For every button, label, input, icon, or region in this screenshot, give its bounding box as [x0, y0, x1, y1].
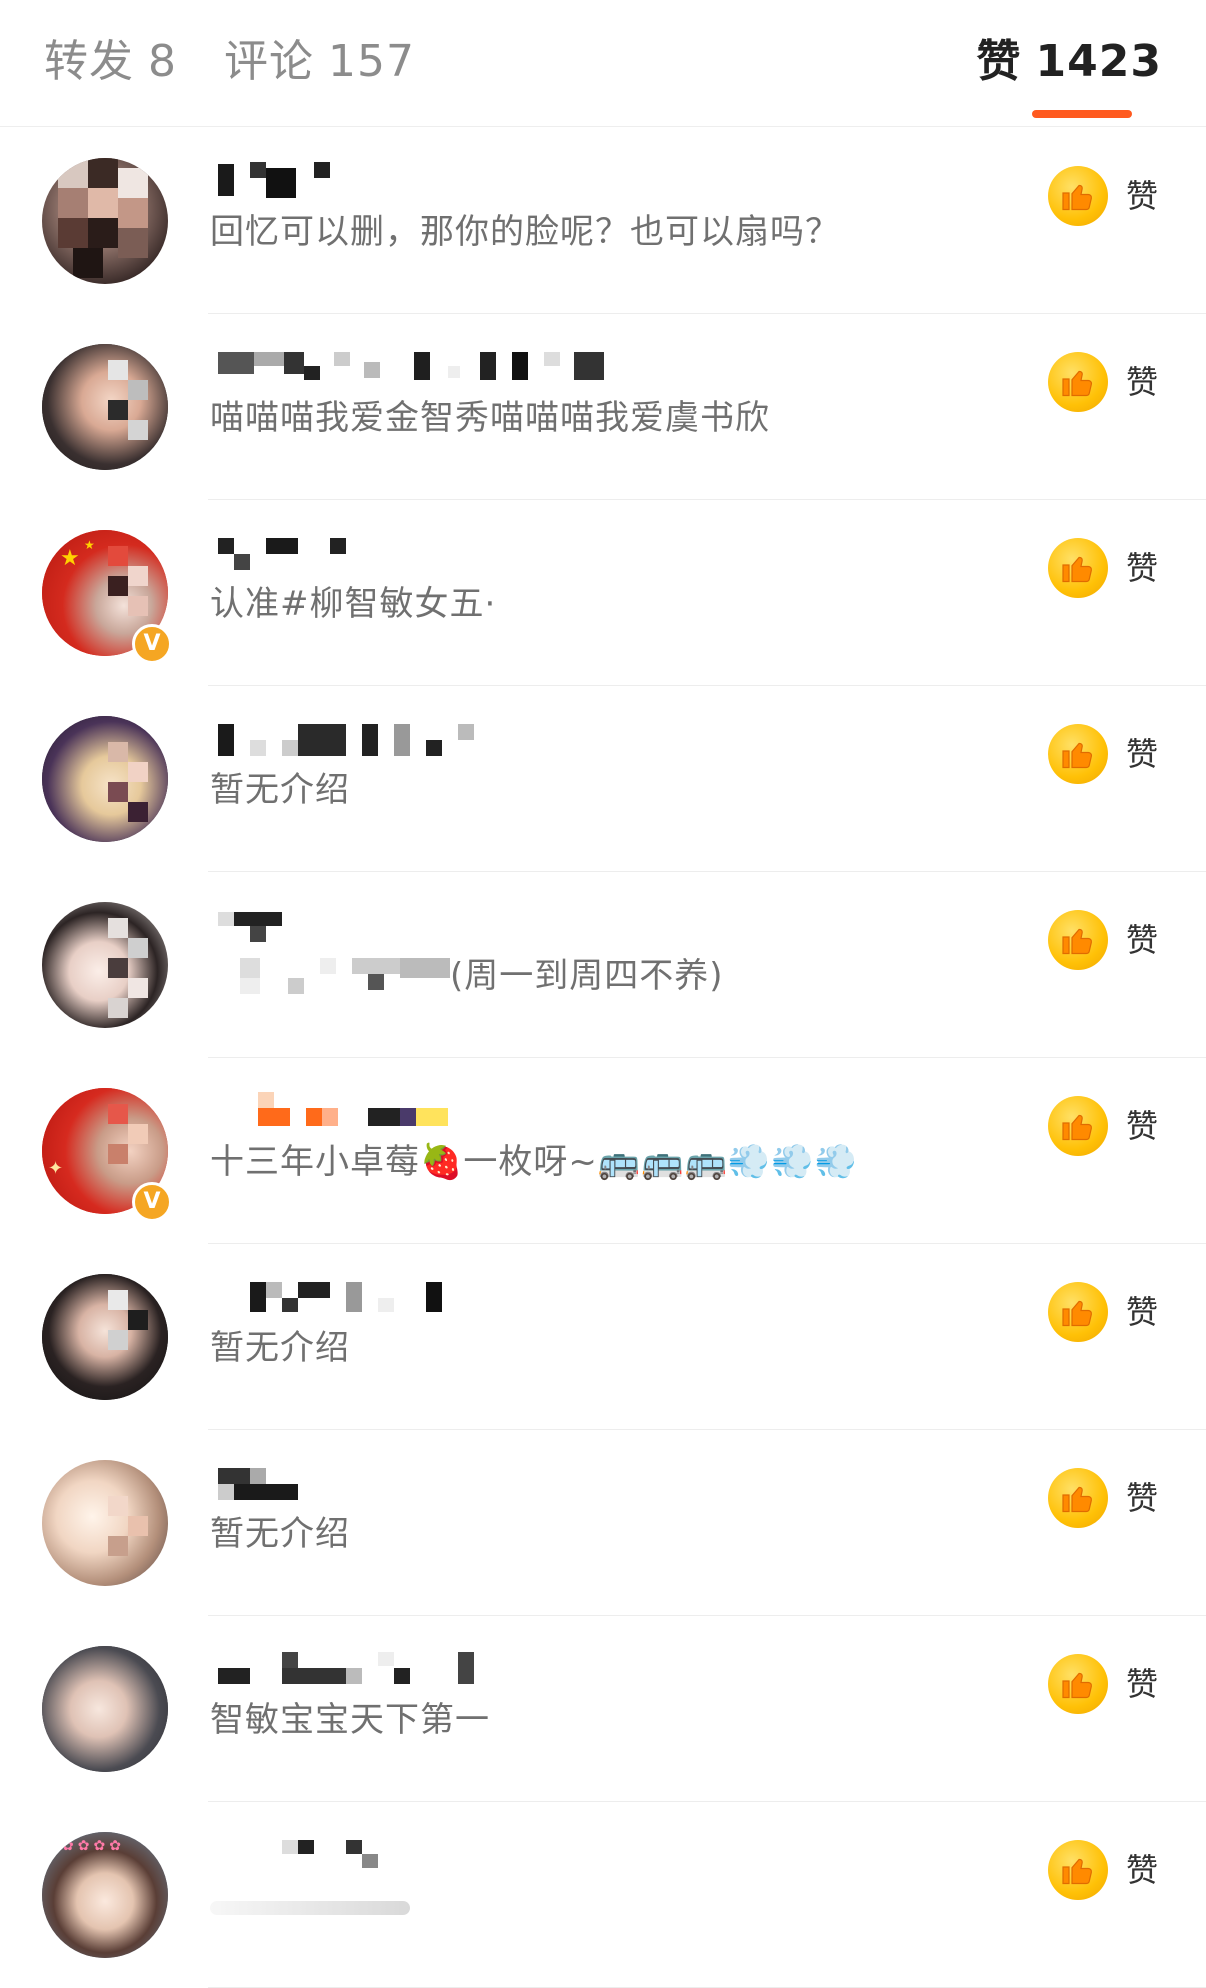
avatar[interactable] [42, 1274, 168, 1400]
user-bio: 智敏宝宝天下第一 [210, 1700, 490, 1740]
username-redacted[interactable] [218, 348, 638, 392]
star-icon: ★ [60, 546, 80, 571]
list-item[interactable]: ✿✿✿✿ 赞 [0, 1802, 1206, 1988]
list-item[interactable]: 喵喵喵我爱金智秀喵喵喵我爱虞书欣 赞 [0, 314, 1206, 500]
username-redacted[interactable] [218, 1464, 638, 1508]
like-button-label[interactable]: 赞 [1126, 1842, 1158, 1898]
username-redacted[interactable] [218, 1650, 638, 1694]
username-redacted[interactable] [218, 906, 638, 950]
thumbs-up-icon[interactable] [1048, 1468, 1108, 1528]
thumbs-up-icon[interactable] [1048, 352, 1108, 412]
user-bio: 暂无介绍 [210, 1514, 350, 1554]
liker-list: 回忆可以删，那你的脸呢？也可以扇吗？ 赞 喵喵喵我爱金智秀喵喵喵我爱虞书欣 赞 … [0, 128, 1206, 1988]
thumbs-up-icon[interactable] [1048, 1840, 1108, 1900]
username-redacted[interactable] [218, 720, 638, 764]
user-bio: 喵喵喵我爱金智秀喵喵喵我爱虞书欣 [210, 398, 770, 438]
user-bio: 暂无介绍 [210, 770, 350, 810]
tab-like[interactable]: 赞 1423 [977, 30, 1162, 94]
list-item[interactable]: 智敏宝宝天下第一 赞 [0, 1616, 1206, 1802]
tab-repost[interactable]: 转发 8 [44, 30, 177, 94]
like-button-label[interactable]: 赞 [1126, 1656, 1158, 1712]
verified-badge-icon: V [132, 1182, 172, 1222]
list-item[interactable]: (周一到周四不养) 赞 [0, 872, 1206, 1058]
like-button-label[interactable]: 赞 [1126, 912, 1158, 968]
list-item[interactable]: ✦ V 十三年小卓莓🍓一枚呀~🚌🚌🚌💨💨💨 赞 [0, 1058, 1206, 1244]
like-button-label[interactable]: 赞 [1126, 1098, 1158, 1154]
tab-comment[interactable]: 评论 157 [224, 30, 415, 94]
list-item[interactable]: 暂无介绍 赞 [0, 686, 1206, 872]
list-item[interactable]: ★ ★ V 认准#柳智敏女五· 赞 [0, 500, 1206, 686]
username-redacted [240, 958, 450, 1002]
banner-lettering: ✦ [48, 1158, 64, 1179]
avatar[interactable] [42, 1460, 168, 1586]
avatar[interactable] [42, 158, 168, 284]
verified-badge-icon: V [132, 624, 172, 664]
avatar[interactable]: ✿✿✿✿ [42, 1832, 168, 1958]
redacted-bio-bar [210, 1900, 410, 1915]
list-item[interactable]: 回忆可以删，那你的脸呢？也可以扇吗？ 赞 [0, 128, 1206, 314]
like-button-label[interactable]: 赞 [1126, 354, 1158, 410]
thumbs-up-icon[interactable] [1048, 1282, 1108, 1342]
user-bio: 十三年小卓莓🍓一枚呀~🚌🚌🚌💨💨💨 [210, 1142, 858, 1182]
avatar[interactable] [42, 1646, 168, 1772]
comment-tabs: 转发 8 评论 157 赞 1423 [0, 0, 1206, 127]
avatar[interactable] [42, 716, 168, 842]
avatar[interactable] [42, 902, 168, 1028]
like-button-label[interactable]: 赞 [1126, 168, 1158, 224]
thumbs-up-icon[interactable] [1048, 538, 1108, 598]
tab-like-label: 赞 [976, 36, 1022, 87]
like-button-label[interactable]: 赞 [1126, 1470, 1158, 1526]
thumbs-up-icon[interactable] [1048, 166, 1108, 226]
like-button-label[interactable]: 赞 [1126, 540, 1158, 596]
thumbs-up-icon[interactable] [1048, 1096, 1108, 1156]
list-item[interactable]: 暂无介绍 赞 [0, 1430, 1206, 1616]
tab-repost-label: 转发 [44, 36, 134, 87]
flower-crown-icon: ✿✿✿✿ [62, 1838, 125, 1854]
username-redacted[interactable] [218, 162, 638, 206]
active-tab-indicator [1032, 110, 1132, 118]
tab-repost-count: 8 [148, 36, 177, 87]
like-button-label[interactable]: 赞 [1126, 1284, 1158, 1340]
thumbs-up-icon[interactable] [1048, 724, 1108, 784]
avatar[interactable] [42, 344, 168, 470]
list-item[interactable]: 暂无介绍 赞 [0, 1244, 1206, 1430]
like-button-label[interactable]: 赞 [1126, 726, 1158, 782]
star-icon: ★ [84, 538, 95, 552]
username-redacted[interactable] [218, 534, 638, 578]
user-bio: 暂无介绍 [210, 1328, 350, 1368]
thumbs-up-icon[interactable] [1048, 910, 1108, 970]
tab-comment-label: 评论 [224, 36, 314, 87]
user-bio: 认准#柳智敏女五· [210, 584, 497, 624]
user-bio [210, 1878, 410, 1934]
username-redacted[interactable] [218, 1092, 638, 1136]
tab-like-count: 1423 [1035, 36, 1162, 87]
username-redacted[interactable] [218, 1278, 638, 1322]
tab-comment-count: 157 [328, 36, 415, 87]
thumbs-up-icon[interactable] [1048, 1654, 1108, 1714]
user-bio: (周一到周四不养) [450, 956, 724, 996]
username-redacted[interactable] [218, 1836, 638, 1880]
user-bio: 回忆可以删，那你的脸呢？也可以扇吗？ [210, 212, 840, 252]
